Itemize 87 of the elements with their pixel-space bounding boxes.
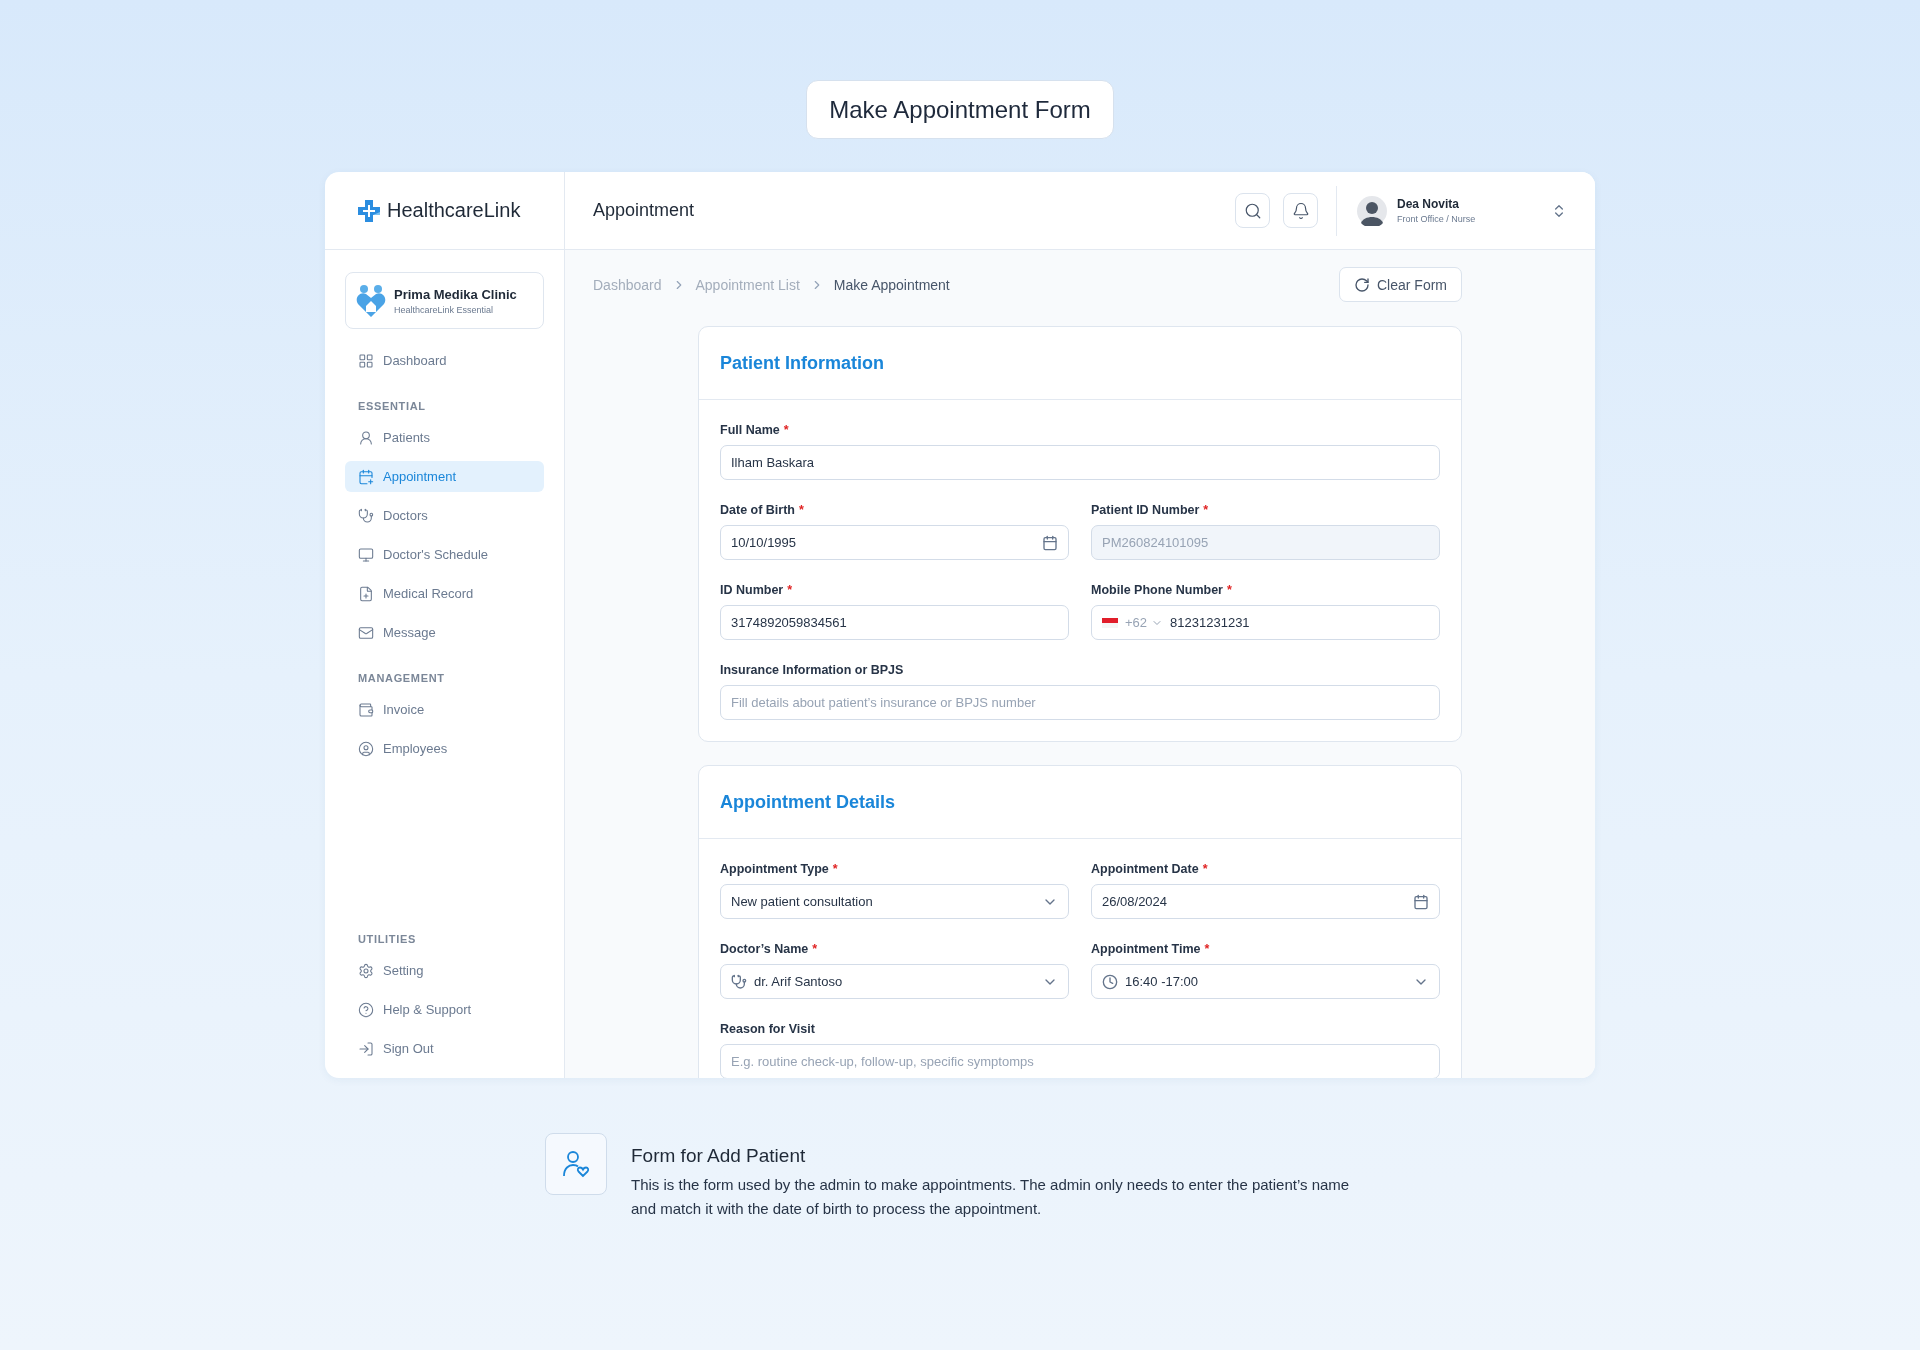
required-mark: * [799, 503, 804, 517]
input-field[interactable]: +62 81231231231 [1091, 605, 1440, 640]
header-title: Appointment [593, 200, 696, 221]
country-code-select[interactable]: +62 [1125, 615, 1164, 630]
sidebar-item[interactable]: Doctor's Schedule [345, 539, 544, 570]
sidebar-item[interactable]: Patients [345, 422, 544, 453]
sidebar-item[interactable]: Medical Record [345, 578, 544, 609]
clinic-logo-icon [356, 283, 386, 318]
stethoscope-icon [358, 507, 374, 524]
field-label: Appointment Date [1091, 862, 1199, 876]
input-field[interactable]: Fill details about patient’s insurance or BPJS number [720, 685, 1440, 720]
footer-title: Form for Add Patient [631, 1145, 807, 1167]
page-title: Make Appointment Form [806, 80, 1114, 139]
section-heading: UTILITIES [357, 932, 417, 947]
user-name: Dea Novita [1397, 197, 1461, 211]
field-label: Date of Birth [720, 503, 795, 517]
section-title: Appointment Details [699, 766, 1461, 839]
help-icon [358, 1001, 374, 1018]
field-label: Full Name [720, 423, 780, 437]
required-mark: * [787, 583, 793, 597]
sign-out-icon [358, 1040, 374, 1057]
field-label: ID Number [720, 583, 784, 597]
settings-icon [358, 962, 374, 979]
clinic-plan: HealthcareLink Essential [394, 304, 495, 315]
field-label: Appointment Time [1091, 942, 1201, 956]
input-field[interactable]: Ilham Baskara [720, 445, 1440, 480]
section-heading: MANAGEMENT [357, 671, 446, 686]
select-field[interactable]: dr. Arif Santoso [720, 964, 1069, 999]
select-field[interactable]: New patient consultation [720, 884, 1069, 919]
input-field[interactable]: E.g. routine check-up, follow-up, specific symptomps [720, 1044, 1440, 1078]
required-mark: * [1202, 862, 1208, 876]
section-title: Patient Information [699, 327, 1461, 400]
required-mark: * [812, 942, 818, 956]
wallet-icon [358, 701, 374, 718]
field-label: Appointment Type [720, 862, 829, 876]
sidebar-item[interactable]: Sign Out [345, 1033, 544, 1064]
calendar-icon[interactable] [1042, 534, 1058, 551]
section-heading: ESSENTIAL [357, 399, 427, 414]
field-label: Patient ID Number [1091, 503, 1200, 517]
field-label: Insurance Information or BPJS [720, 663, 904, 677]
calendar-icon[interactable] [1413, 893, 1429, 910]
required-mark: * [1226, 583, 1232, 597]
user-menu[interactable]: Dea Novita Front Office / Nurse [1357, 195, 1567, 226]
required-mark: * [1204, 942, 1210, 956]
breadcrumb-link[interactable]: Make Appointment [833, 276, 950, 293]
sidebar-item[interactable]: Setting [345, 955, 544, 986]
monitor-icon [358, 546, 374, 563]
bell-icon [1291, 201, 1310, 220]
sidebar-item[interactable]: Doctors [345, 500, 544, 531]
field-label: Doctor’s Name [720, 942, 809, 956]
field-label: Mobile Phone Number [1091, 583, 1223, 597]
refresh-icon [1354, 276, 1370, 293]
stethoscope-icon [731, 973, 747, 990]
clock-icon [1102, 973, 1118, 990]
person-icon [358, 429, 374, 446]
select-field[interactable]: 16:40 -17:00 [1091, 964, 1440, 999]
input-field[interactable]: 10/10/1995 [720, 525, 1069, 560]
sidebar-item[interactable]: Help & Support [345, 994, 544, 1025]
input-field[interactable]: 26/08/2024 [1091, 884, 1440, 919]
person-heart-icon [561, 1149, 591, 1179]
clinic-card[interactable]: Prima Medika Clinic HealthcareLink Essential [345, 272, 544, 329]
required-mark: * [783, 423, 789, 437]
sidebar-item[interactable]: Message [345, 617, 544, 648]
sidebar-item[interactable]: Dashboard [345, 345, 544, 376]
required-mark: * [832, 862, 838, 876]
search-icon [1243, 201, 1262, 220]
input-field[interactable]: 3174892059834561 [720, 605, 1069, 640]
sidebar-item[interactable]: Appointment [345, 461, 544, 492]
notification-button[interactable] [1283, 193, 1318, 228]
logo-text: HealthcareLink [387, 199, 521, 222]
mail-icon [358, 624, 374, 641]
sidebar-item[interactable]: Invoice [345, 694, 544, 725]
avatar-icon [1357, 195, 1387, 226]
cross-logo-icon [357, 198, 381, 223]
clinic-name: Prima Medika Clinic [394, 286, 517, 302]
user-role: Front Office / Nurse [1397, 214, 1477, 224]
field-label: Reason for Visit [720, 1022, 815, 1036]
search-button[interactable] [1235, 193, 1270, 228]
grid-icon [358, 352, 374, 369]
clear-form-button[interactable]: Clear Form [1339, 267, 1462, 302]
calendar-icon [358, 468, 374, 485]
required-mark: * [1203, 503, 1209, 517]
footer-description: This is the form used by the admin to make appointments. The admin only needs to enter the patient’s name and match it with the date of birth to process the appointment. [631, 1175, 1351, 1219]
sidebar-item[interactable]: Employees [345, 733, 544, 764]
flag-icon [1102, 617, 1118, 628]
person-circle-icon [358, 740, 374, 757]
document-icon [358, 585, 374, 602]
